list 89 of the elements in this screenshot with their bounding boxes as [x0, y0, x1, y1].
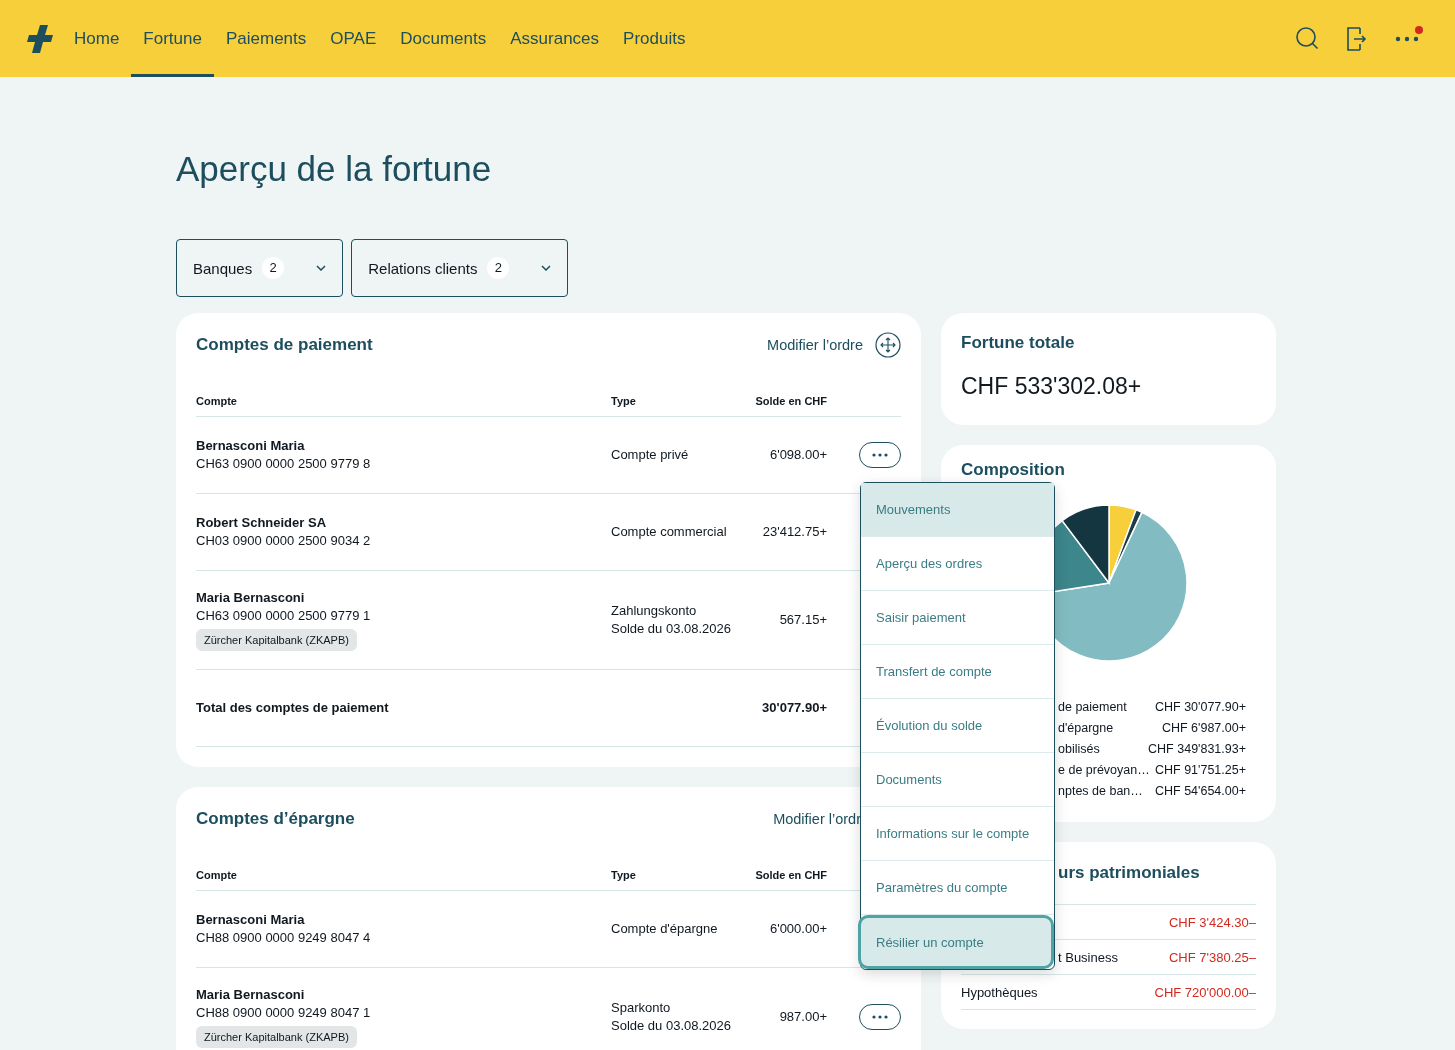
- logo-icon[interactable]: [26, 22, 54, 55]
- balance-date: Solde du 03.08.2026: [611, 1017, 732, 1035]
- account-name: Robert Schneider SA: [196, 514, 328, 532]
- liability-value: CHF 3'424.30–: [1168, 914, 1256, 930]
- bank-tag: Zürcher Kapitalbank (ZKAPB): [196, 1026, 357, 1048]
- balance-value: 987.00+: [779, 1008, 827, 1026]
- more-icon: [872, 1015, 888, 1019]
- account-type: Compte privé: [611, 446, 690, 464]
- more-button[interactable]: [859, 1004, 901, 1030]
- menu-item[interactable]: Documents: [861, 753, 1054, 807]
- more-icon: [872, 453, 888, 457]
- liability-label: t Business: [1058, 949, 1118, 965]
- filter-dropdown[interactable]: Banques 2: [176, 239, 344, 297]
- account-iban: CH88 0900 0000 9249 8047 4: [196, 929, 372, 947]
- menu-item[interactable]: Aperçu des ordres: [861, 537, 1054, 591]
- total-label: Total des comptes de paiement: [196, 699, 390, 717]
- menu-item[interactable]: Transfert de compte: [861, 645, 1054, 699]
- menu-item[interactable]: Informations sur le compte: [861, 807, 1054, 861]
- legend-label: nptes de ban…: [1058, 783, 1143, 800]
- move-icon[interactable]: [875, 332, 901, 358]
- account-name: Maria Bernasconi: [196, 986, 306, 1004]
- legend-label: d'épargne: [1058, 720, 1114, 737]
- legend-label: e de prévoyan…: [1058, 762, 1150, 779]
- balance-date: Solde du 03.08.2026: [611, 620, 732, 638]
- filter-label: Relations clients: [368, 259, 478, 277]
- column-header: Solde en CHF: [746, 855, 827, 891]
- account-type: Zahlungskonto: [611, 602, 698, 620]
- search-icon[interactable]: [1296, 27, 1319, 50]
- nav-tab[interactable]: Home: [62, 0, 132, 77]
- nav-tab[interactable]: Produits: [611, 0, 698, 77]
- filter-dropdown[interactable]: Relations clients 2: [351, 239, 569, 297]
- legend-value: CHF 54'654.00+: [1155, 783, 1246, 800]
- total-amount: CHF 533'302.08+: [961, 373, 1143, 400]
- account-name: Maria Bernasconi: [196, 589, 306, 607]
- liability-value: CHF 720'000.00–: [1154, 984, 1256, 1000]
- chevron-down-icon[interactable]: [541, 265, 552, 271]
- more-icon[interactable]: [1395, 35, 1419, 42]
- nav-tab[interactable]: Assurances: [498, 0, 612, 77]
- account-iban: CH03 0900 0000 2500 9034 2: [196, 532, 372, 550]
- account-type: Sparkonto: [611, 999, 672, 1017]
- account-name: Bernasconi Maria: [196, 437, 306, 455]
- account-name: Bernasconi Maria: [196, 911, 306, 929]
- legend-value: CHF 6'987.00+: [1161, 720, 1246, 737]
- menu-item[interactable]: Mouvements: [861, 483, 1054, 537]
- card-title: Comptes d’épargne: [196, 809, 355, 829]
- card-title: urs patrimoniales: [1058, 862, 1201, 884]
- balance-value: 6'000.00+: [769, 920, 827, 938]
- menu-item[interactable]: Évolution du solde: [861, 699, 1054, 753]
- total-value: 30'077.90+: [762, 699, 827, 717]
- balance-value: 23'412.75+: [762, 523, 827, 541]
- legend-label: de paiement: [1058, 699, 1127, 716]
- column-header: Solde en CHF: [746, 381, 827, 417]
- nav-tab[interactable]: Paiements: [213, 0, 319, 77]
- more-button[interactable]: [859, 442, 901, 468]
- liability-label: Hypothèques: [961, 984, 1038, 1000]
- nav-tab[interactable]: Documents: [388, 0, 499, 77]
- account-type: Compte commercial: [611, 523, 728, 541]
- column-header: Type: [611, 381, 746, 417]
- nav-tab[interactable]: OPAE: [318, 0, 389, 77]
- menu-item[interactable]: Résilier un compte: [858, 915, 1054, 969]
- logout-icon[interactable]: [1347, 26, 1367, 51]
- column-header: Type: [611, 855, 746, 891]
- legend-label: obilisés: [1058, 741, 1100, 758]
- page-title: Aperçu de la fortune: [176, 149, 493, 189]
- column-header: Compte: [196, 855, 611, 891]
- balance-value: 6'098.00+: [769, 446, 827, 464]
- nav-tab[interactable]: Fortune: [131, 0, 214, 77]
- account-iban: CH88 0900 0000 9249 8047 1: [196, 1004, 372, 1022]
- count-badge: 2: [487, 257, 510, 279]
- account-iban: CH63 0900 0000 2500 9779 1: [196, 607, 372, 625]
- bank-tag: Zürcher Kapitalbank (ZKAPB): [196, 629, 357, 651]
- filter-label: Banques: [193, 259, 253, 277]
- balance-value: 567.15+: [779, 611, 827, 629]
- column-header: Compte: [196, 381, 611, 417]
- legend-value: CHF 349'831.93+: [1148, 741, 1246, 758]
- liability-value: CHF 7'380.25–: [1168, 949, 1256, 965]
- legend-value: CHF 30'077.90+: [1155, 699, 1246, 716]
- card-title: Fortune totale: [961, 333, 1076, 353]
- reorder-button[interactable]: Modifier l’ordr: [773, 805, 861, 833]
- menu-item[interactable]: Paramètres du compte: [861, 861, 1054, 915]
- card-title: Comptes de paiement: [196, 335, 373, 355]
- card-title: Composition: [961, 459, 1066, 481]
- account-type: Compte d'épargne: [611, 920, 719, 938]
- menu-item[interactable]: Saisir paiement: [861, 591, 1054, 645]
- count-badge: 2: [262, 257, 285, 279]
- legend-value: CHF 91'751.25+: [1155, 762, 1246, 779]
- reorder-button[interactable]: Modifier l’ordre: [767, 331, 901, 359]
- account-iban: CH63 0900 0000 2500 9779 8: [196, 455, 372, 473]
- chevron-down-icon[interactable]: [316, 265, 327, 271]
